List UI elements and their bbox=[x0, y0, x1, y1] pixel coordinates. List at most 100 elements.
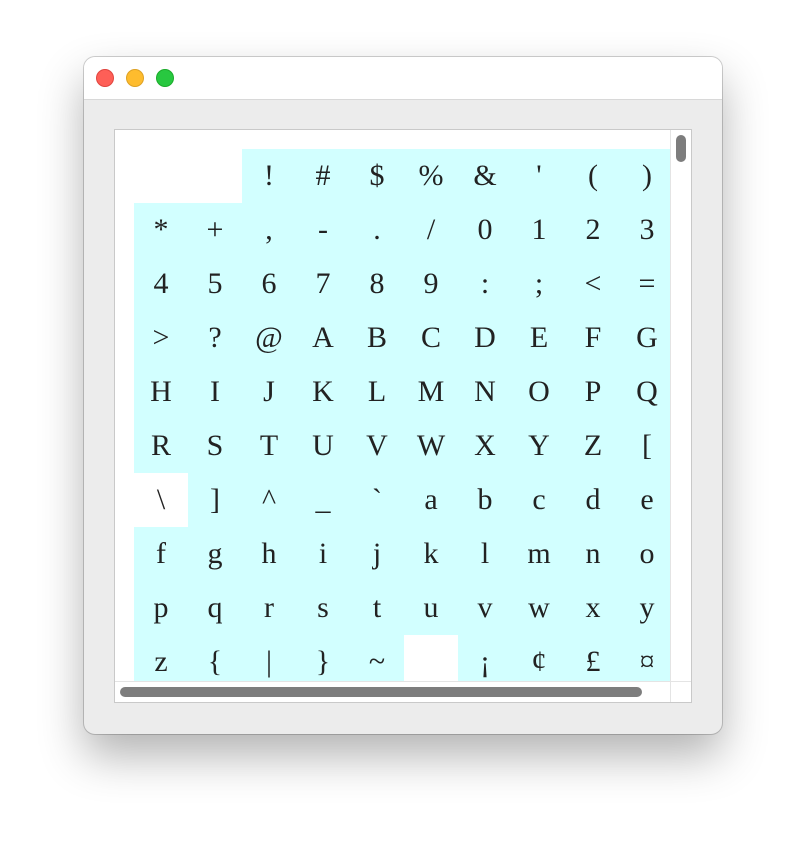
glyph-cell: O bbox=[512, 365, 566, 419]
glyph-cell: ) bbox=[620, 149, 674, 203]
glyph-cell: l bbox=[458, 527, 512, 581]
glyph-cell: 3 bbox=[620, 203, 674, 257]
glyph-cell: x bbox=[566, 581, 620, 635]
glyph-cell: & bbox=[458, 149, 512, 203]
minimize-button[interactable] bbox=[126, 69, 144, 87]
glyph-cell: Y bbox=[512, 419, 566, 473]
glyph-cell: Q bbox=[620, 365, 674, 419]
glyph-cell: y bbox=[620, 581, 674, 635]
app-window: ! # $% & '() * +, -./0 1 2 3 4 5 6 7 8 9:; < = >? @ A B C D E F G H I… bbox=[84, 57, 722, 734]
glyph-cell: : bbox=[458, 257, 512, 311]
glyph-cell: * bbox=[134, 203, 188, 257]
glyph-cell: E bbox=[512, 311, 566, 365]
glyph-cell: C bbox=[404, 311, 458, 365]
glyph-cell: $ bbox=[350, 149, 404, 203]
glyph-cell: 7 bbox=[296, 257, 350, 311]
horizontal-scrollbar[interactable] bbox=[115, 681, 671, 702]
glyph-cell: p bbox=[134, 581, 188, 635]
glyph-cell: / bbox=[404, 203, 458, 257]
glyph-cell: h bbox=[242, 527, 296, 581]
glyph-cell: ] bbox=[188, 473, 242, 527]
glyph-cell: J bbox=[242, 365, 296, 419]
scroll-corner bbox=[670, 681, 691, 702]
glyph-cell: ' bbox=[512, 149, 566, 203]
glyph-cell: 4 bbox=[134, 257, 188, 311]
glyph-grid: ! # $% & '() * +, -./0 1 2 3 4 5 6 7 8 9:; < = >? @ A B C D E F G H I… bbox=[134, 149, 674, 689]
glyph-cell: b bbox=[458, 473, 512, 527]
glyph-cell: H bbox=[134, 365, 188, 419]
glyph-cell: ^ bbox=[242, 473, 296, 527]
glyph-cell-empty bbox=[188, 149, 242, 203]
glyph-cell: @ bbox=[242, 311, 296, 365]
glyph-cell: 6 bbox=[242, 257, 296, 311]
glyph-cell: 0 bbox=[458, 203, 512, 257]
glyph-cell: < bbox=[566, 257, 620, 311]
glyph-cell: 9 bbox=[404, 257, 458, 311]
glyph-cell: j bbox=[350, 527, 404, 581]
glyph-cell: R bbox=[134, 419, 188, 473]
glyph-cell: k bbox=[404, 527, 458, 581]
zoom-button[interactable] bbox=[156, 69, 174, 87]
glyph-scroll-view[interactable]: ! # $% & '() * +, -./0 1 2 3 4 5 6 7 8 9:; < = >? @ A B C D E F G H I… bbox=[114, 129, 692, 703]
glyph-cell: m bbox=[512, 527, 566, 581]
glyph-cell: a bbox=[404, 473, 458, 527]
glyph-cell: A bbox=[296, 311, 350, 365]
glyph-cell: ! bbox=[242, 149, 296, 203]
glyph-cell: F bbox=[566, 311, 620, 365]
glyph-cell: e bbox=[620, 473, 674, 527]
glyph-cell: i bbox=[296, 527, 350, 581]
glyph-cell: K bbox=[296, 365, 350, 419]
glyph-cell: N bbox=[458, 365, 512, 419]
glyph-cell: + bbox=[188, 203, 242, 257]
glyph-cell: [ bbox=[620, 419, 674, 473]
glyph-cell: = bbox=[620, 257, 674, 311]
close-button[interactable] bbox=[96, 69, 114, 87]
glyph-cell: X bbox=[458, 419, 512, 473]
glyph-cell: g bbox=[188, 527, 242, 581]
glyph-cell: c bbox=[512, 473, 566, 527]
glyph-cell: U bbox=[296, 419, 350, 473]
glyph-cell-empty bbox=[134, 149, 188, 203]
glyph-cell: f bbox=[134, 527, 188, 581]
glyph-cell: n bbox=[566, 527, 620, 581]
glyph-cell: S bbox=[188, 419, 242, 473]
glyph-cell-empty: \ bbox=[134, 473, 188, 527]
glyph-cell: ( bbox=[566, 149, 620, 203]
glyph-cell: V bbox=[350, 419, 404, 473]
title-bar[interactable] bbox=[84, 57, 722, 100]
glyph-cell: 1 bbox=[512, 203, 566, 257]
glyph-cell: s bbox=[296, 581, 350, 635]
glyph-cell: W bbox=[404, 419, 458, 473]
glyph-cell: w bbox=[512, 581, 566, 635]
vertical-scrollbar[interactable] bbox=[670, 130, 691, 682]
glyph-cell: t bbox=[350, 581, 404, 635]
glyph-cell: 2 bbox=[566, 203, 620, 257]
glyph-cell: B bbox=[350, 311, 404, 365]
glyph-cell: ? bbox=[188, 311, 242, 365]
glyph-cell: _ bbox=[296, 473, 350, 527]
glyph-cell: 8 bbox=[350, 257, 404, 311]
glyph-cell: q bbox=[188, 581, 242, 635]
glyph-cell: % bbox=[404, 149, 458, 203]
glyph-cell: r bbox=[242, 581, 296, 635]
glyph-cell: M bbox=[404, 365, 458, 419]
glyph-cell: L bbox=[350, 365, 404, 419]
glyph-cell: > bbox=[134, 311, 188, 365]
glyph-cell: I bbox=[188, 365, 242, 419]
glyph-cell: Z bbox=[566, 419, 620, 473]
glyph-cell: d bbox=[566, 473, 620, 527]
glyph-cell: T bbox=[242, 419, 296, 473]
glyph-cell: - bbox=[296, 203, 350, 257]
glyph-cell: 5 bbox=[188, 257, 242, 311]
vertical-scroll-thumb[interactable] bbox=[676, 135, 686, 162]
glyph-cell: G bbox=[620, 311, 674, 365]
glyph-cell: u bbox=[404, 581, 458, 635]
glyph-cell: v bbox=[458, 581, 512, 635]
glyph-cell: . bbox=[350, 203, 404, 257]
glyph-cell: , bbox=[242, 203, 296, 257]
horizontal-scroll-thumb[interactable] bbox=[120, 687, 642, 697]
glyph-cell: # bbox=[296, 149, 350, 203]
glyph-cell: D bbox=[458, 311, 512, 365]
glyph-cell: P bbox=[566, 365, 620, 419]
glyph-cell: ; bbox=[512, 257, 566, 311]
